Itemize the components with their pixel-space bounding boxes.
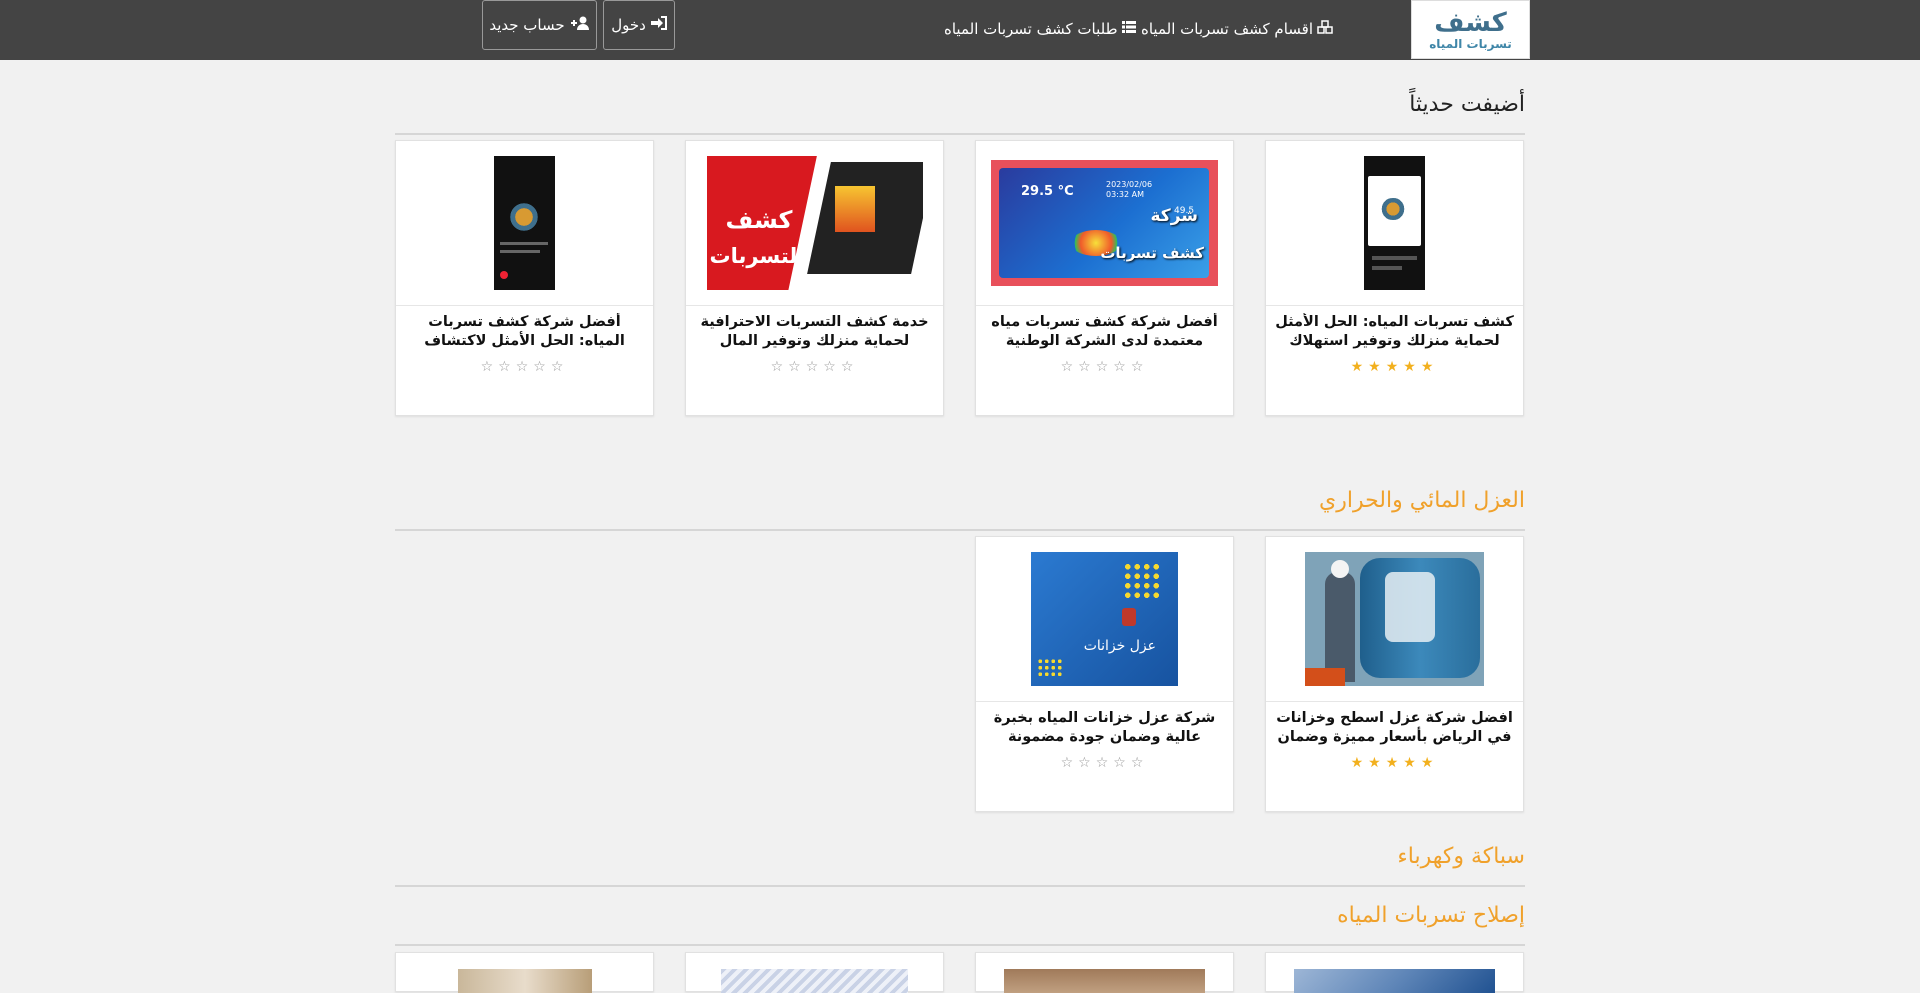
section-divider (395, 944, 1525, 946)
product-image[interactable] (1364, 156, 1425, 290)
card-title[interactable]: كشف تسربات المياه: الحل الأمثل لحماية من… (1274, 313, 1515, 353)
top-navbar: كشف تسربات المياه اقسام كشف تسربات الميا… (0, 0, 1920, 60)
register-button[interactable]: حساب جديد (482, 0, 597, 50)
thumb-text-1: عزل خزانات (1083, 638, 1156, 654)
product-image[interactable] (1004, 969, 1205, 993)
card-thumbnail-area[interactable]: 29.5 °C 2023/02/06 03:32 AM 49.5 شركة كشف… (976, 141, 1233, 306)
card-title[interactable]: خدمة كشف التسربات الاحترافية لحماية منزل… (694, 313, 935, 353)
section-divider (395, 885, 1525, 887)
logo-sub-text: تسربات المياه (1429, 36, 1512, 51)
rating-stars: ☆☆☆☆☆ (770, 359, 859, 375)
product-card[interactable]: عزل خزانات شركة عزل خزانات المياه بخبرة … (975, 536, 1234, 812)
card-thumbnail-area[interactable] (396, 141, 653, 306)
product-card[interactable]: أفضل شركة كشف تسربات المياه: الحل الأمثل… (395, 140, 654, 416)
thumb-text-1: شركة (1150, 206, 1199, 226)
product-card[interactable]: كشف التسربات خدمة كشف التسربات الاحترافي… (685, 140, 944, 416)
product-image[interactable] (494, 156, 555, 290)
nav-categories-link[interactable]: اقسام كشف تسربات المياه (1141, 19, 1333, 39)
product-image[interactable]: كشف التسربات (706, 156, 923, 290)
user-plus-icon (570, 16, 590, 34)
sign-in-icon (650, 16, 667, 34)
rating-stars: ☆☆☆☆☆ (1060, 359, 1149, 375)
section-title-plumbing[interactable]: سباكة وكهرباء (1397, 844, 1525, 869)
product-image[interactable]: 29.5 °C 2023/02/06 03:32 AM 49.5 شركة كشف… (991, 160, 1218, 286)
thumb-text-2: التسربات (709, 244, 805, 268)
list-icon (1121, 21, 1136, 37)
card-thumbnail-area[interactable] (1266, 141, 1523, 306)
cubes-icon (1317, 20, 1333, 38)
nav-requests-link[interactable]: طلبات كشف تسربات المياه (944, 19, 1136, 39)
thumb-text-2: كشف تسربات (1100, 244, 1204, 262)
section-title-insulation[interactable]: العزل المائي والحراري (1319, 488, 1525, 513)
section-title-leak-repair[interactable]: إصلاح تسربات المياه (1337, 903, 1525, 928)
product-card[interactable]: 29.5 °C 2023/02/06 03:32 AM 49.5 شركة كشف… (975, 140, 1234, 416)
nav-requests-label: طلبات كشف تسربات المياه (944, 20, 1118, 38)
thumb-text-1: كشف (725, 206, 793, 234)
section-divider (395, 133, 1525, 135)
thumb-temp-text: 29.5 °C (1021, 184, 1074, 199)
thumb-datetime: 2023/02/06 03:32 AM (1106, 180, 1152, 200)
site-logo[interactable]: كشف تسربات المياه (1411, 0, 1530, 59)
product-card[interactable] (395, 952, 654, 993)
logo-main-text: كشف (1434, 7, 1507, 38)
product-image[interactable]: عزل خزانات (1031, 552, 1178, 686)
register-label: حساب جديد (489, 16, 565, 34)
card-thumbnail-area[interactable] (1266, 537, 1523, 702)
product-card[interactable] (685, 952, 944, 993)
product-image[interactable] (1305, 552, 1484, 686)
card-thumbnail-area[interactable]: كشف التسربات (686, 141, 943, 306)
card-title[interactable]: شركة عزل خزانات المياه بخبرة عالية وضمان… (984, 709, 1225, 749)
rating-stars: ★★★★★ (1350, 755, 1439, 771)
login-button[interactable]: دخول (603, 0, 675, 50)
product-card[interactable]: افضل شركة عزل اسطح وخزانات في الرياض بأس… (1265, 536, 1524, 812)
rating-stars: ★★★★★ (1350, 359, 1439, 375)
login-label: دخول (611, 16, 646, 34)
card-title[interactable]: أفضل شركة كشف تسربات المياه: الحل الأمثل… (404, 313, 645, 353)
card-title[interactable]: أفضل شركة كشف تسربات مياه معتمدة لدى الش… (984, 313, 1225, 353)
section-divider (395, 529, 1525, 531)
product-card[interactable] (1265, 952, 1524, 993)
product-image[interactable] (458, 969, 592, 993)
thumb-time-text: 03:32 AM (1106, 190, 1144, 199)
product-card[interactable]: كشف تسربات المياه: الحل الأمثل لحماية من… (1265, 140, 1524, 416)
nav-categories-label: اقسام كشف تسربات المياه (1141, 20, 1313, 38)
card-title[interactable]: افضل شركة عزل اسطح وخزانات في الرياض بأس… (1274, 709, 1515, 749)
product-card[interactable] (975, 952, 1234, 993)
rating-stars: ☆☆☆☆☆ (480, 359, 569, 375)
product-image[interactable] (1294, 969, 1495, 993)
rating-stars: ☆☆☆☆☆ (1060, 755, 1149, 771)
product-image[interactable] (721, 969, 908, 993)
thumb-date-text: 2023/02/06 (1106, 180, 1153, 189)
card-thumbnail-area[interactable]: عزل خزانات (976, 537, 1233, 702)
section-title-recent[interactable]: أضيفت حديثاً (1409, 92, 1525, 117)
